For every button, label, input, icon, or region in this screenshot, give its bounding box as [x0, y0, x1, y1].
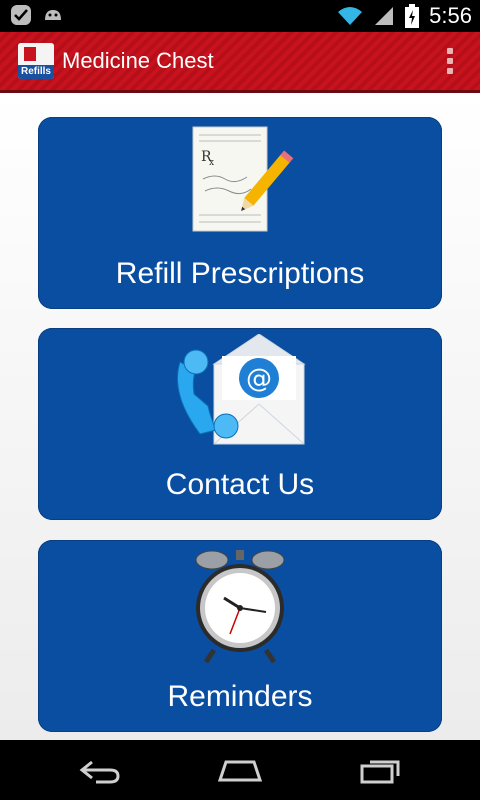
- signal-icon: [375, 7, 394, 25]
- android-icon: [45, 10, 61, 20]
- status-bar: 5:56: [0, 0, 480, 32]
- tile-label: Contact Us: [165, 468, 315, 501]
- main-content: R x Refill Prescriptions @ Contact Us Re…: [0, 93, 480, 740]
- app-title: Medicine Chest: [62, 48, 214, 73]
- phone-email-icon: @: [177, 334, 306, 445]
- checkmark-icon: [11, 5, 31, 25]
- action-bar: Refills Medicine Chest: [0, 32, 480, 93]
- app-icon-text: Refills: [18, 65, 54, 79]
- battery-icon: [405, 4, 420, 28]
- tile-label: Refill Prescriptions: [115, 257, 365, 290]
- tile-label: Reminders: [167, 680, 313, 713]
- prescription-pad-icon: R x: [192, 126, 294, 232]
- svg-text:@: @: [246, 364, 272, 394]
- contact-us-button[interactable]: @ Contact Us: [38, 328, 442, 520]
- recents-icon[interactable]: [358, 758, 402, 784]
- refill-prescriptions-button[interactable]: R x Refill Prescriptions: [38, 117, 442, 309]
- clock: 5:56: [429, 3, 472, 28]
- navigation-bar: [0, 740, 480, 800]
- back-icon[interactable]: [78, 758, 122, 784]
- reminders-button[interactable]: Reminders: [38, 540, 442, 732]
- alarm-clock-icon: [195, 550, 285, 664]
- overflow-menu-icon[interactable]: [446, 48, 454, 74]
- home-icon[interactable]: [216, 758, 264, 784]
- svg-text:x: x: [209, 158, 214, 168]
- app-icon[interactable]: Refills: [18, 43, 54, 79]
- wifi-icon: [338, 7, 363, 25]
